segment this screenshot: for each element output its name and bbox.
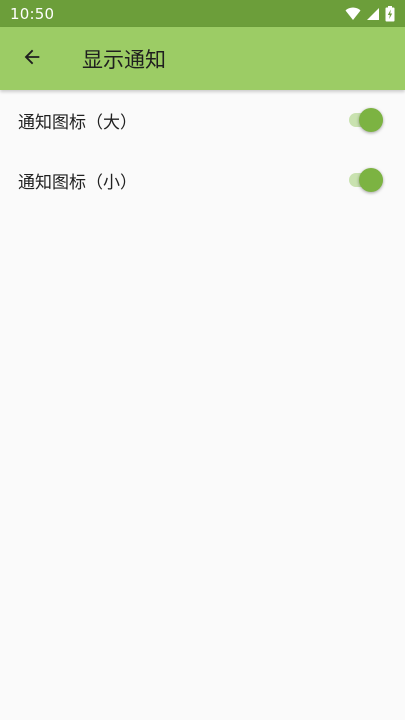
setting-row-small-icon[interactable]: 通知图标（小）	[0, 150, 405, 210]
switch-thumb	[359, 108, 383, 132]
back-button[interactable]	[4, 31, 60, 87]
status-time: 10:50	[10, 4, 55, 23]
large-icon-switch[interactable]	[347, 108, 385, 132]
arrow-back-icon	[21, 46, 43, 72]
battery-charging-icon	[385, 5, 395, 22]
status-bar: 10:50	[0, 0, 405, 27]
page-title: 显示通知	[82, 47, 166, 72]
setting-label-large-icon: 通知图标（大）	[18, 112, 137, 133]
setting-row-large-icon[interactable]: 通知图标（大）	[0, 90, 405, 150]
settings-list: 通知图标（大） 通知图标（小）	[0, 90, 405, 210]
app-bar: 显示通知	[0, 27, 405, 90]
switch-thumb	[359, 168, 383, 192]
wifi-icon	[345, 7, 361, 21]
setting-label-small-icon: 通知图标（小）	[18, 172, 137, 193]
status-icons	[345, 5, 395, 22]
small-icon-switch[interactable]	[347, 168, 385, 192]
cell-signal-icon	[366, 7, 380, 21]
